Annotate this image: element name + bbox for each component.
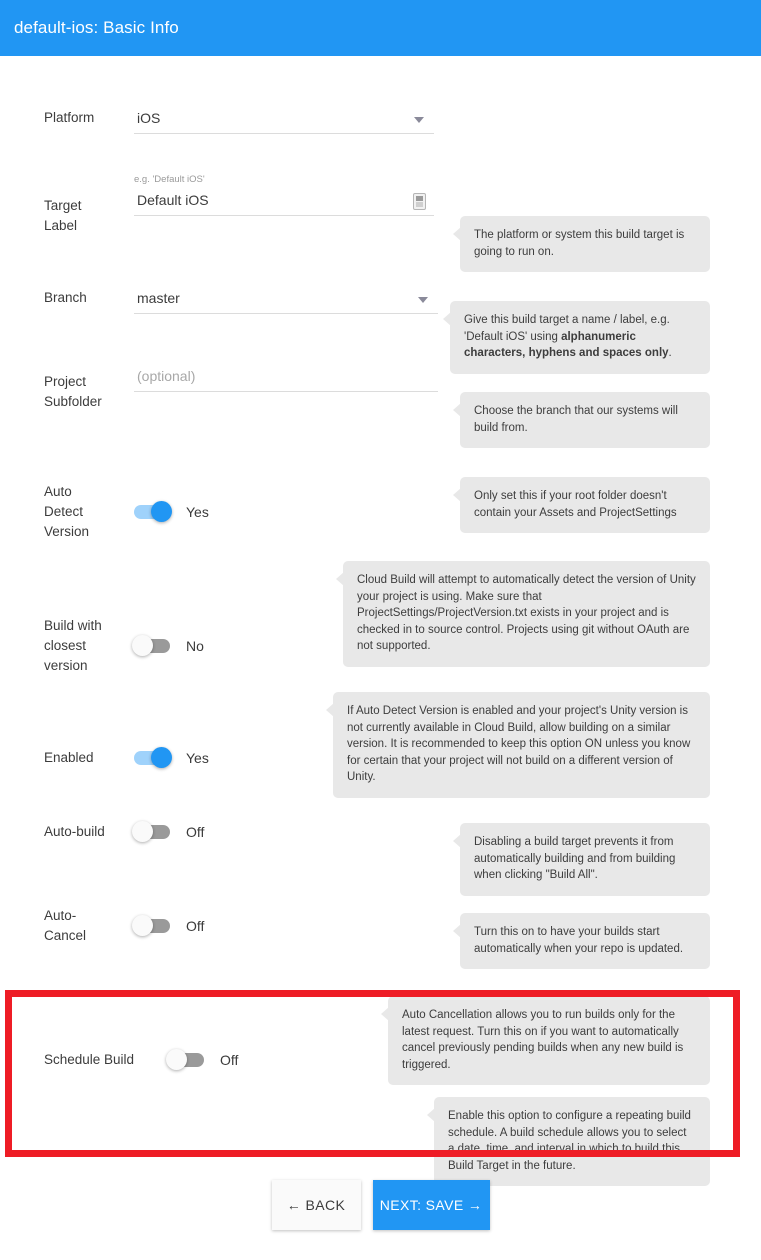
label-enabled: Enabled <box>44 750 94 765</box>
label-schedule-build: Schedule Build <box>44 1052 135 1067</box>
label-auto-detect-version: Auto Detect Version <box>44 484 90 539</box>
chevron-down-icon[interactable] <box>418 297 428 303</box>
platform-select[interactable]: iOS <box>134 108 434 134</box>
build-closest-version-state: No <box>186 638 204 654</box>
branch-select[interactable]: master <box>134 288 438 314</box>
control-branch: master <box>134 288 438 314</box>
page-title: default-ios: Basic Info <box>14 18 179 37</box>
branch-value: master <box>137 290 180 306</box>
control-project-subfolder: (optional) <box>134 366 438 392</box>
row-enabled: Enabled Yes <box>0 747 761 768</box>
toggle-auto-build[interactable] <box>132 821 170 842</box>
label-build-closest-version: Build with closest version <box>44 618 102 673</box>
basic-info-form: Platform iOS The platform or system this… <box>0 56 761 1186</box>
row-platform: Platform iOS <box>0 108 761 134</box>
row-auto-cancel: Auto- Cancel Off <box>0 906 761 946</box>
control-auto-detect-version: Yes <box>134 501 209 522</box>
project-subfolder-input[interactable]: (optional) <box>134 366 438 392</box>
auto-cancel-state: Off <box>186 918 205 934</box>
toggle-knob <box>132 635 153 656</box>
auto-build-state: Off <box>186 824 205 840</box>
toggle-auto-cancel[interactable] <box>132 915 170 936</box>
platform-value: iOS <box>137 110 161 126</box>
row-project-subfolder: Project Subfolder (optional) <box>0 366 761 412</box>
row-auto-detect-version: Auto Detect Version Yes <box>0 482 761 542</box>
next-save-button[interactable]: NEXT: SAVE → <box>372 1180 490 1230</box>
control-schedule-build: Off <box>166 1049 239 1070</box>
row-auto-build: Auto-build Off <box>0 821 761 842</box>
toggle-knob <box>132 821 153 842</box>
label-platform: Platform <box>44 110 95 125</box>
label-branch: Branch <box>44 290 87 305</box>
target-label-hint: e.g. 'Default iOS' <box>134 174 205 185</box>
label-auto-cancel: Auto- Cancel <box>44 908 87 943</box>
control-auto-cancel: Off <box>132 915 205 936</box>
toggle-schedule-build[interactable] <box>166 1049 204 1070</box>
toggle-knob <box>151 501 172 522</box>
page-header: default-ios: Basic Info <box>0 0 761 56</box>
toggle-knob <box>132 915 153 936</box>
enabled-state: Yes <box>186 750 209 766</box>
spinner-icon[interactable] <box>413 193 426 210</box>
chevron-down-icon[interactable] <box>414 117 424 123</box>
target-label-input[interactable]: e.g. 'Default iOS' Default iOS <box>134 174 434 216</box>
control-enabled: Yes <box>134 747 209 768</box>
row-target-label: Target Label e.g. 'Default iOS' Default i… <box>0 174 761 236</box>
row-build-closest-version: Build with closest version No <box>0 616 761 676</box>
label-auto-build: Auto-build <box>44 824 105 839</box>
tooltip-auto-cancel: Auto Cancellation allows you to run buil… <box>381 996 710 1085</box>
control-target-label: e.g. 'Default iOS' Default iOS <box>134 174 434 216</box>
project-subfolder-placeholder: (optional) <box>137 368 196 384</box>
control-build-closest-version: No <box>132 635 204 656</box>
toggle-enabled[interactable] <box>134 747 172 768</box>
control-platform: iOS <box>134 108 434 134</box>
row-schedule-build: Schedule Build Off <box>0 1049 761 1070</box>
tooltip-target-label-suffix: . <box>668 347 672 359</box>
tooltip-build-closest-version: If Auto Detect Version is enabled and yo… <box>326 692 710 798</box>
schedule-build-state: Off <box>220 1052 239 1068</box>
toggle-build-closest-version[interactable] <box>132 635 170 656</box>
back-button[interactable]: ← BACK <box>271 1180 361 1230</box>
tooltip-schedule-build: Enable this option to configure a repeat… <box>427 1097 710 1186</box>
row-branch: Branch master <box>0 288 761 314</box>
form-footer: ← BACK NEXT: SAVE → <box>0 1180 761 1230</box>
auto-detect-version-state: Yes <box>186 504 209 520</box>
toggle-knob <box>151 747 172 768</box>
toggle-knob <box>166 1049 187 1070</box>
label-target-label: Target Label <box>44 198 82 233</box>
toggle-auto-detect-version[interactable] <box>134 501 172 522</box>
target-label-value: Default iOS <box>137 192 209 208</box>
control-auto-build: Off <box>132 821 205 842</box>
label-project-subfolder: Project Subfolder <box>44 374 102 409</box>
